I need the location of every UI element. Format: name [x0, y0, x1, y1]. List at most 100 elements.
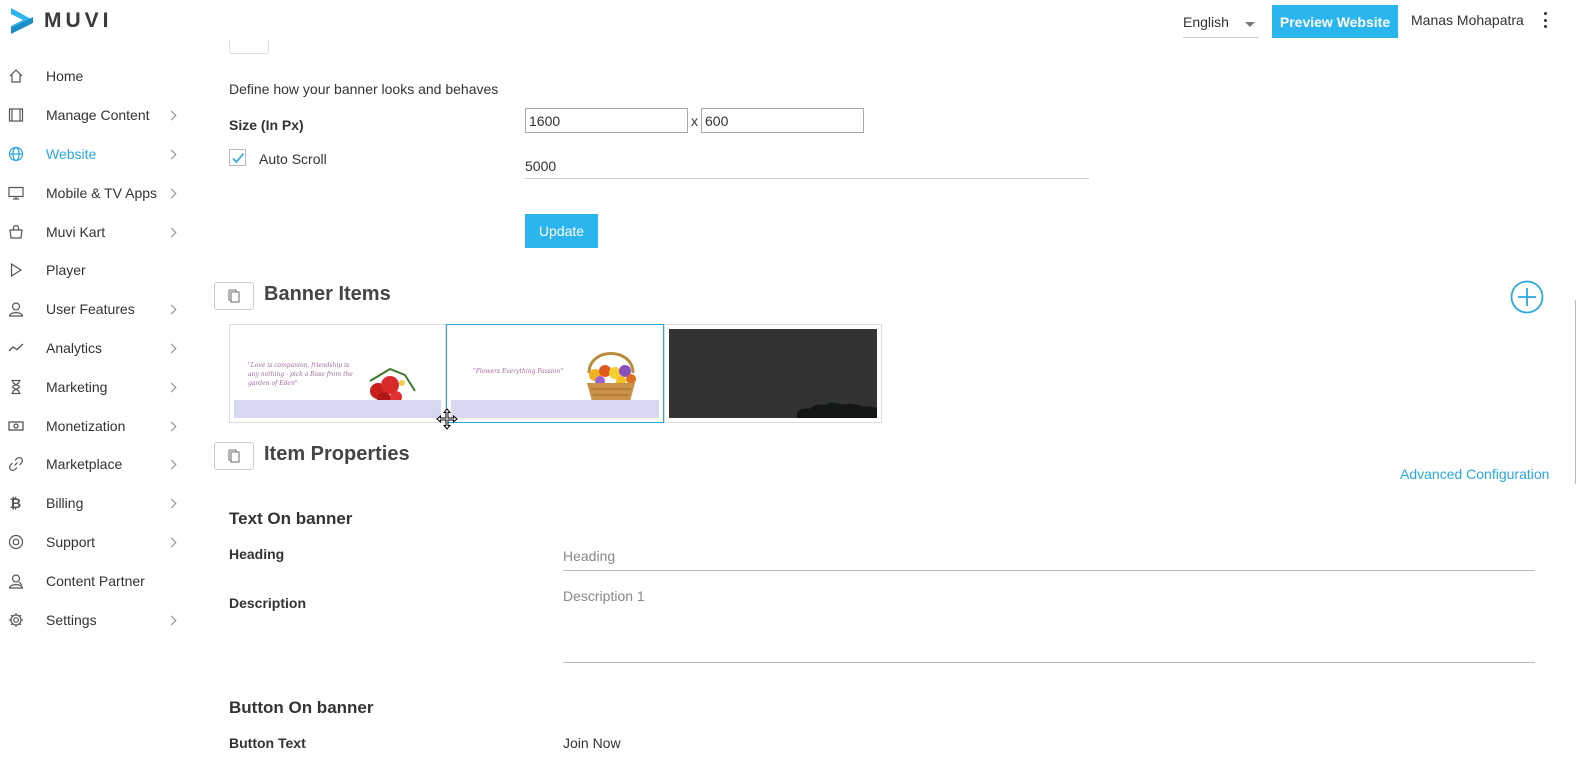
sidebar-item-label: Support — [46, 533, 96, 550]
text-on-banner-title: Text On banner — [229, 509, 353, 528]
description-label: Description — [229, 595, 307, 611]
sidebar-item-marketplace[interactable]: Marketplace — [0, 445, 196, 484]
update-button[interactable]: Update — [525, 214, 598, 248]
sidebar-item-settings[interactable]: Settings — [0, 600, 196, 639]
copy-icon[interactable] — [214, 282, 254, 310]
sidebar-item-manage-content[interactable]: Manage Content — [0, 96, 196, 135]
chevron-right-icon — [166, 615, 177, 625]
lifebuoy-icon — [7, 533, 24, 550]
auto-scroll-checkbox[interactable] — [229, 149, 246, 166]
sidebar-item-label: Website — [46, 145, 97, 162]
sidebar-item-label: Billing — [46, 495, 84, 512]
caret-down-icon — [1245, 22, 1255, 27]
gear-icon — [7, 611, 24, 628]
bitcoin-icon: ₿ — [9, 495, 22, 512]
sidebar-item-monetization[interactable]: Monetization — [0, 406, 196, 445]
play-icon — [7, 262, 24, 279]
chevron-right-icon — [166, 537, 177, 548]
sidebar-item-support[interactable]: Support — [0, 523, 196, 562]
button-text-value[interactable]: Join Now — [563, 735, 621, 751]
sidebar-item-user-features[interactable]: User Features — [0, 290, 196, 329]
button-text-label: Button Text — [229, 735, 306, 751]
copy-icon[interactable] — [214, 442, 254, 470]
sidebar-item-mobile-tv-apps[interactable]: Mobile & TV Apps — [0, 173, 196, 212]
tree-silhouette — [797, 402, 877, 418]
sidebar-item-label: Muvi Kart — [46, 223, 106, 240]
more-options-icon[interactable] — [1542, 12, 1548, 28]
sidebar-item-label: Content Partner — [46, 572, 145, 589]
sidebar-item-label: Home — [46, 68, 84, 85]
banner-thumbnail-selected[interactable]: "Flowers Everything Passion" — [446, 324, 664, 423]
description-input[interactable] — [563, 588, 1535, 663]
banner-thumbnail-strip — [234, 400, 441, 418]
sidebar-item-label: Marketplace — [46, 456, 123, 473]
advanced-configuration-link[interactable]: Advanced Configuration — [1400, 466, 1549, 482]
banner-thumbnail-quote: "Love is companion, friendship is any no… — [248, 362, 353, 387]
chevron-right-icon — [166, 188, 177, 199]
heading-input[interactable] — [563, 541, 1535, 571]
sidebar-item-player[interactable]: Player — [0, 251, 196, 290]
sidebar-item-label: Settings — [46, 611, 97, 628]
chevron-right-icon — [166, 227, 177, 238]
user-icon — [7, 301, 24, 318]
chevron-right-icon — [166, 421, 177, 432]
collapsed-section-box — [229, 40, 269, 54]
banner-width-input[interactable] — [525, 108, 688, 133]
move-cursor-icon — [436, 408, 458, 430]
sidebar-item-label: User Features — [46, 301, 135, 318]
muvi-logo-icon — [11, 8, 33, 34]
chevron-right-icon — [166, 304, 177, 315]
banner-thumbnail-quote: "Flowers Everything Passion" — [473, 368, 564, 375]
brand-name: MUVI — [44, 9, 113, 32]
auto-scroll-label: Auto Scroll — [259, 151, 327, 167]
banner-thumbnail[interactable]: "Love is companion, friendship is any no… — [229, 324, 446, 423]
size-separator: x — [691, 113, 698, 129]
item-properties-title: Item Properties — [264, 443, 410, 465]
chevron-right-icon — [166, 149, 177, 160]
globe-icon — [7, 145, 24, 162]
heading-label: Heading — [229, 546, 285, 562]
sidebar-item-muvi-kart[interactable]: Muvi Kart — [0, 212, 196, 251]
trend-icon — [7, 339, 24, 356]
language-select[interactable]: English — [1183, 8, 1259, 38]
banner-settings-description: Define how your banner looks and behaves — [229, 81, 499, 97]
banner-height-input[interactable] — [701, 108, 864, 133]
size-label: Size (In Px) — [229, 117, 304, 133]
monitor-icon — [7, 184, 24, 201]
sidebar-item-analytics[interactable]: Analytics — [0, 329, 196, 368]
sidebar-item-label: Analytics — [46, 339, 103, 356]
checkmark-icon — [232, 152, 245, 164]
sidebar-item-website[interactable]: Website — [0, 135, 196, 174]
sidebar-item-billing[interactable]: ₿ Billing — [0, 484, 196, 523]
film-icon — [7, 107, 24, 124]
sidebar-item-label: Player — [46, 262, 86, 279]
sidebar-item-label: Marketing — [46, 378, 108, 395]
chevron-right-icon — [166, 498, 177, 509]
banner-thumbnail[interactable] — [664, 324, 882, 423]
chevron-right-icon — [166, 459, 177, 470]
chevron-right-icon — [166, 110, 177, 121]
scroll-interval-input[interactable] — [525, 152, 1089, 179]
link-icon — [7, 456, 24, 473]
hourglass-icon — [7, 378, 24, 395]
home-icon — [7, 68, 24, 85]
dark-banner-image — [669, 329, 877, 418]
sidebar-item-marketing[interactable]: Marketing — [0, 367, 196, 406]
banner-thumbnail-strip — [451, 400, 659, 418]
partner-icon — [7, 572, 24, 589]
sidebar-item-home[interactable]: Home — [0, 57, 196, 96]
chevron-right-icon — [166, 382, 177, 393]
sidebar-item-content-partner[interactable]: Content Partner — [0, 561, 196, 600]
language-value: English — [1183, 14, 1229, 30]
chevron-right-icon — [166, 343, 177, 354]
muvi-logo[interactable]: MUVI — [8, 6, 113, 36]
sidebar-nav: Home Manage Content Website Mobile & TV … — [0, 57, 196, 639]
add-banner-icon[interactable] — [1510, 280, 1544, 314]
main-content: Define how your banner looks and behaves… — [196, 40, 1576, 760]
sidebar: MUVI Home Manage Content Website Mobile … — [0, 0, 196, 760]
sidebar-item-label: Monetization — [46, 417, 126, 434]
sidebar-item-label: Mobile & TV Apps — [46, 184, 158, 201]
preview-website-button[interactable]: Preview Website — [1272, 5, 1398, 38]
user-name[interactable]: Manas Mohapatra — [1411, 12, 1524, 28]
money-icon — [7, 417, 24, 434]
